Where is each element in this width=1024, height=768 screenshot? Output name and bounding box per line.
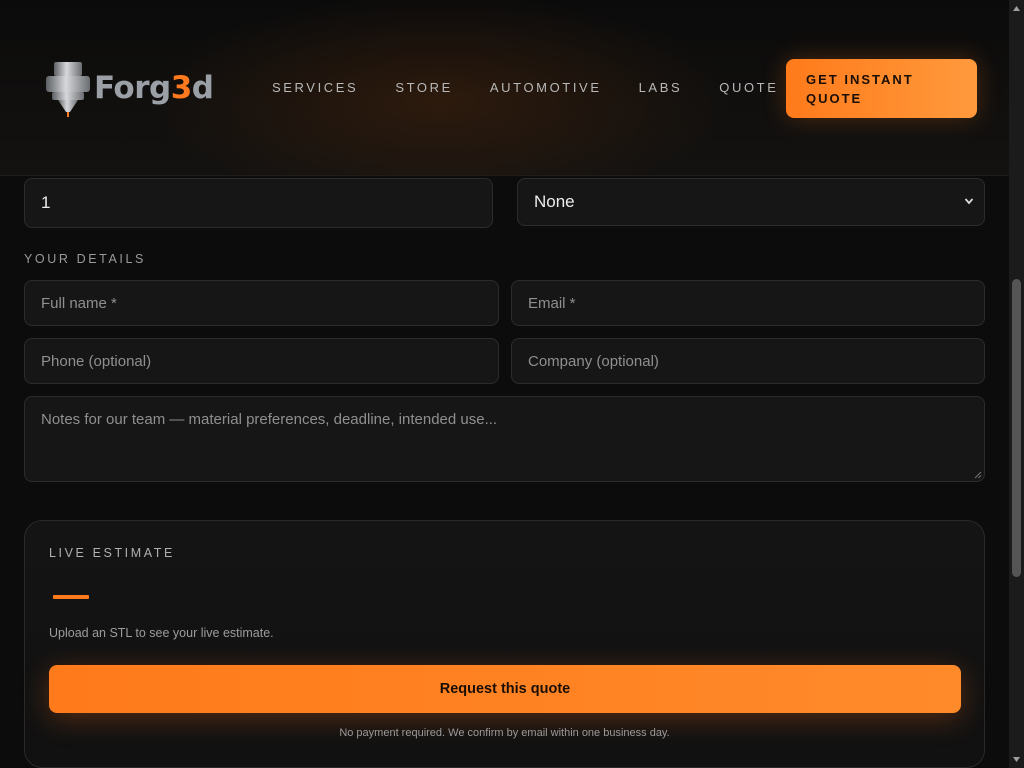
page: Forg3d SERVICES STORE AUTOMOTIVE LABS QU… xyxy=(0,0,1024,768)
live-estimate-card: LIVE ESTIMATE Upload an STL to see your … xyxy=(24,520,985,768)
company-field[interactable]: Company (optional) xyxy=(511,338,985,384)
estimate-placeholder-dash xyxy=(53,595,89,599)
nav-labs[interactable]: LABS xyxy=(639,80,683,96)
phone-placeholder: Phone (optional) xyxy=(41,352,152,370)
notes-placeholder: Notes for our team — material preference… xyxy=(41,411,498,428)
site-header: Forg3d SERVICES STORE AUTOMOTIVE LABS QU… xyxy=(0,0,1009,176)
logo-accent-char: 3 xyxy=(170,69,193,106)
company-placeholder: Company (optional) xyxy=(528,352,659,370)
nav-quote[interactable]: QUOTE xyxy=(719,80,778,96)
email-field[interactable]: Email * xyxy=(511,280,985,326)
logo-wordmark: Forg3d xyxy=(94,69,214,106)
phone-field[interactable]: Phone (optional) xyxy=(24,338,499,384)
nav-store[interactable]: STORE xyxy=(395,80,453,96)
finish-selected-value: None xyxy=(534,192,575,211)
nozzle-logo-icon xyxy=(46,62,90,117)
nav-automotive[interactable]: AUTOMOTIVE xyxy=(490,80,602,96)
scroll-down-arrow-icon[interactable] xyxy=(1012,755,1021,764)
live-estimate-title: LIVE ESTIMATE xyxy=(49,546,175,560)
estimate-hint: Upload an STL to see your live estimate. xyxy=(49,626,274,640)
notes-textarea[interactable]: Notes for our team — material preference… xyxy=(24,396,985,482)
main-nav: SERVICES STORE AUTOMOTIVE LABS QUOTE xyxy=(272,80,815,96)
scroll-up-arrow-icon[interactable] xyxy=(1012,4,1021,13)
request-quote-button[interactable]: Request this quote xyxy=(49,665,961,713)
payment-note: No payment required. We confirm by email… xyxy=(339,727,670,739)
full-name-placeholder: Full name * xyxy=(41,294,117,312)
email-placeholder: Email * xyxy=(528,294,576,312)
nav-services[interactable]: SERVICES xyxy=(272,80,358,96)
resize-grip-icon[interactable] xyxy=(974,471,982,479)
page-scrollbar[interactable] xyxy=(1009,0,1024,768)
chevron-down-icon xyxy=(964,198,974,205)
full-name-field[interactable]: Full name * xyxy=(24,280,499,326)
logo[interactable]: Forg3d xyxy=(44,58,234,118)
get-instant-quote-button[interactable]: GET INSTANT QUOTE xyxy=(786,59,977,118)
scrollbar-thumb[interactable] xyxy=(1012,279,1021,577)
quantity-input[interactable]: 1 xyxy=(24,178,493,228)
your-details-label: YOUR DETAILS xyxy=(24,252,146,266)
finish-select[interactable]: None xyxy=(517,178,985,226)
